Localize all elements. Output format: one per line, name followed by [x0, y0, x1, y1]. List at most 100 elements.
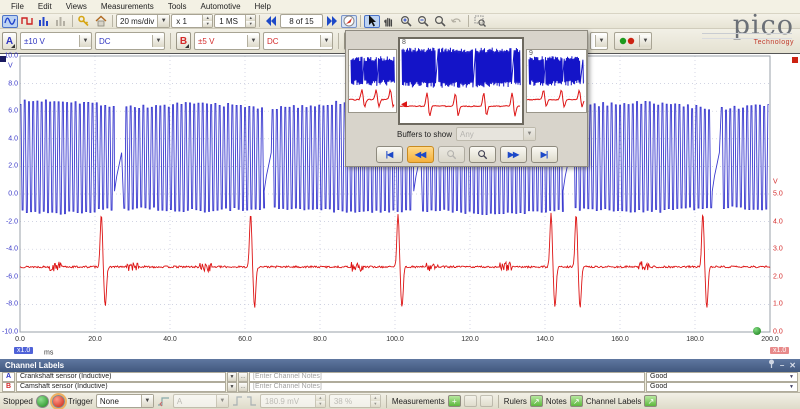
menu-item[interactable]: File: [4, 0, 31, 14]
buffer-thumbnail-9[interactable]: 9: [526, 49, 587, 113]
channel-a-button[interactable]: A: [2, 32, 17, 50]
samples-spinner[interactable]: 1 MS▲▼: [214, 14, 256, 28]
spectrum-view-icon[interactable]: [36, 15, 52, 28]
stop-button[interactable]: [52, 395, 65, 408]
menu-bar: FileEditViewsMeasurementsToolsAutomotive…: [0, 0, 800, 14]
channel-labels-button[interactable]: ↗: [644, 395, 657, 407]
menu-item[interactable]: Edit: [31, 0, 59, 14]
buffer-overview-icon[interactable]: [341, 15, 357, 28]
timebase-select[interactable]: 20 ms/div▼: [116, 14, 170, 28]
menu-item[interactable]: Automotive: [194, 0, 248, 14]
start-button[interactable]: [36, 395, 49, 408]
pin-icon[interactable]: [768, 359, 775, 372]
minimize-icon[interactable]: –: [780, 359, 784, 372]
status-bar: Stopped Trigger None▼ A▼ 180.9 mV▲▼ 38 %…: [0, 392, 800, 409]
more-options-button[interactable]: …: [238, 382, 248, 392]
x-tick: 200.0: [761, 336, 779, 343]
rulers-button[interactable]: ↗: [530, 395, 543, 407]
channel-label-row: ACrankshaft sensor (Inductive)▼…[Enter C…: [0, 372, 800, 382]
channel-b-coupling-select[interactable]: DC▼: [263, 32, 333, 50]
chevron-down-icon: ▼: [789, 383, 794, 391]
buffer-next-button[interactable]: ▶▶: [500, 146, 527, 163]
home-icon[interactable]: [93, 15, 109, 28]
buffer-nav-buttons: |◀ ◀◀ ▶▶ ▶|: [346, 146, 587, 163]
add-measurement-button[interactable]: +: [448, 395, 461, 407]
buffer-overview-popup: 8 9 Buffers to show Any▼ |◀ ◀◀ ▶▶ ▶|: [345, 30, 588, 167]
buffers-to-show-select[interactable]: Any▼: [456, 127, 536, 141]
chevron-down-icon: ▼: [79, 35, 91, 47]
menu-item[interactable]: Measurements: [94, 0, 161, 14]
x-multiplier-badge-left: x1.0: [14, 347, 33, 354]
trigger-label: Trigger: [68, 397, 93, 406]
x-tick: 120.0: [461, 336, 479, 343]
zoom-factor-spinner[interactable]: x 1▲▼: [171, 14, 213, 28]
channel-d-coupling-select[interactable]: ▼: [590, 32, 608, 50]
buffer-thumbnail-7[interactable]: [348, 49, 397, 113]
close-icon[interactable]: ✕: [789, 359, 796, 372]
next-buffer-icon[interactable]: [324, 15, 340, 28]
signal-generator-button[interactable]: ▼: [614, 32, 652, 50]
notes-button[interactable]: ↗: [570, 395, 583, 407]
x-tick: 160.0: [611, 336, 629, 343]
chevron-down-icon: ▼: [523, 128, 535, 140]
x-tick: 80.0: [313, 336, 327, 343]
chevron-down-icon: ▼: [152, 35, 164, 47]
channel-b-range-select[interactable]: ±5 V▼: [194, 32, 260, 50]
chevron-down-icon: ▼: [216, 395, 228, 407]
zoom-in-icon[interactable]: [398, 15, 414, 28]
pretrigger-spinner[interactable]: 38 %▲▼: [329, 394, 381, 408]
more-options-button[interactable]: …: [238, 372, 248, 382]
channel-b-axis-marker[interactable]: [792, 57, 798, 63]
chevron-down-icon: ▼: [320, 35, 332, 47]
buffer-zoom-in-button[interactable]: [469, 146, 496, 163]
channel-label-input[interactable]: Camshaft sensor (Inductive): [16, 382, 226, 392]
scope-view-icon[interactable]: [2, 15, 18, 28]
square-wave-view-icon[interactable]: [19, 15, 35, 28]
menu-item[interactable]: Tools: [161, 0, 194, 14]
channel-labels-panel: Channel Labels – ✕ ACrankshaft sensor (I…: [0, 359, 800, 392]
menu-item[interactable]: Help: [248, 0, 278, 14]
channel-status-select[interactable]: Good▼: [646, 372, 798, 382]
zoom-window-icon[interactable]: [472, 15, 488, 28]
trigger-mode-select[interactable]: None▼: [96, 394, 154, 408]
chevron-down-icon: ▼: [789, 373, 794, 381]
setup-key-icon[interactable]: [76, 15, 92, 28]
menu-item[interactable]: Views: [59, 0, 94, 14]
x-tick: 140.0: [536, 336, 554, 343]
main-toolbar: 20 ms/div▼ x 1▲▼ 1 MS▲▼ 8 of 15: [0, 14, 800, 29]
channel-label-input[interactable]: Crankshaft sensor (Inductive): [16, 372, 226, 382]
capture-state: Stopped: [3, 397, 33, 406]
chevron-down-icon: ▼: [157, 15, 169, 27]
trigger-channel-select[interactable]: A▼: [173, 394, 229, 408]
channel-notes-input[interactable]: [Enter Channel Notes]: [249, 382, 645, 392]
channel-a-axis-marker[interactable]: [0, 56, 6, 62]
x-tick: 180.0: [686, 336, 704, 343]
buffer-zoom-out-button[interactable]: [438, 146, 465, 163]
chevron-down-icon[interactable]: ▼: [227, 372, 237, 382]
measurements-label: Measurements: [392, 397, 445, 406]
chevron-down-icon: ▼: [595, 35, 607, 47]
channel-labels-title: Channel Labels: [5, 361, 64, 370]
chevron-down-icon[interactable]: ▼: [227, 382, 237, 392]
prev-buffer-icon[interactable]: [263, 15, 279, 28]
trigger-level-spinner[interactable]: 180.9 mV▲▼: [260, 394, 326, 408]
channel-status-select[interactable]: Good▼: [646, 382, 798, 392]
channel-b-button[interactable]: B: [176, 32, 191, 50]
delete-measurement-button: [480, 395, 493, 407]
buffer-last-button[interactable]: ▶|: [531, 146, 558, 163]
buffer-prev-button[interactable]: ◀◀: [407, 146, 434, 163]
zoom-out-icon[interactable]: [415, 15, 431, 28]
buffer-first-button[interactable]: |◀: [376, 146, 403, 163]
x-tick: 0.0: [15, 336, 25, 343]
pico-logo: pico Technology: [702, 13, 794, 53]
zoom-full-icon[interactable]: [432, 15, 448, 28]
channel-notes-input[interactable]: [Enter Channel Notes]: [249, 372, 645, 382]
x-tick: 60.0: [238, 336, 252, 343]
channel-b-ground-marker[interactable]: [753, 327, 761, 335]
channel-a-coupling-select[interactable]: DC▼: [95, 32, 165, 50]
pan-hand-icon[interactable]: [381, 15, 397, 28]
buffer-thumbnail-8[interactable]: 8: [398, 37, 524, 125]
signal-generator-leds-icon: [615, 37, 635, 45]
select-cursor-icon[interactable]: [364, 15, 380, 28]
channel-a-range-select[interactable]: ±10 V▼: [20, 32, 92, 50]
